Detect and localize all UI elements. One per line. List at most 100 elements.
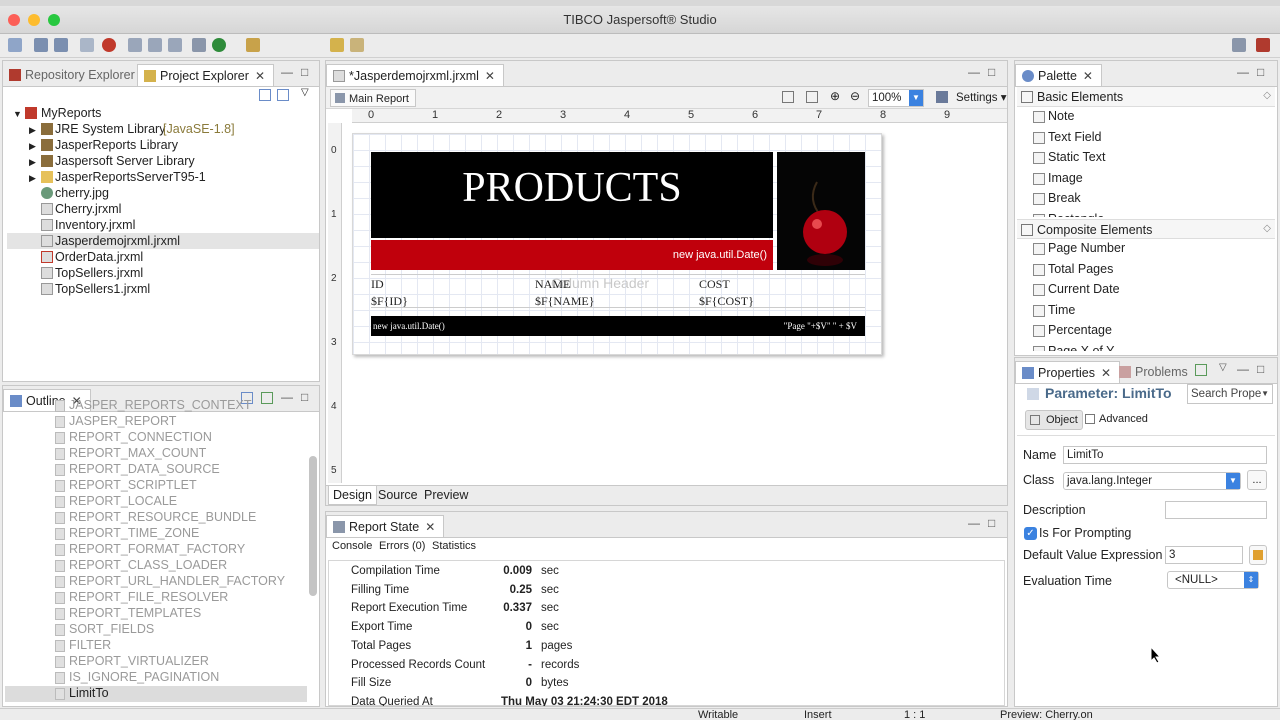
close-icon[interactable]: ✕ <box>485 69 495 83</box>
tab-properties[interactable]: Properties ✕ <box>1015 361 1121 383</box>
subtab-console[interactable]: Console <box>332 540 372 552</box>
outline-item[interactable]: SORT_FIELDS <box>69 622 154 636</box>
collapse-icon[interactable]: ◇ <box>1263 90 1271 101</box>
back-icon[interactable] <box>330 38 344 52</box>
tab-report-state[interactable]: Report State ✕ <box>326 515 445 537</box>
zoom-in-icon[interactable]: ⊕ <box>830 89 840 103</box>
outline-item[interactable]: REPORT_RESOURCE_BUNDLE <box>69 510 256 524</box>
outline-scrollbar[interactable] <box>309 456 317 596</box>
pin-icon[interactable] <box>1195 364 1207 376</box>
save-icon[interactable] <box>34 38 48 52</box>
basic-elements-header[interactable]: Basic Elements ◇ <box>1017 87 1275 107</box>
tab-problems[interactable]: Problems <box>1113 361 1196 383</box>
close-icon[interactable]: ✕ <box>1083 69 1093 83</box>
publish-icon[interactable] <box>128 38 142 52</box>
field-name[interactable]: $F{NAME} <box>535 294 595 309</box>
chevron-right-icon[interactable]: ▶ <box>29 154 36 170</box>
outline-item[interactable]: REPORT_VIRTUALIZER <box>69 654 209 668</box>
tab-design[interactable]: Design <box>328 486 377 505</box>
outline-item[interactable]: REPORT_MAX_COUNT <box>69 446 206 460</box>
collapse-all-icon[interactable] <box>259 89 271 101</box>
footer-date-field[interactable]: new java.util.Date() <box>373 321 445 331</box>
outline-item[interactable]: REPORT_FORMAT_FACTORY <box>69 542 245 556</box>
view-menu-icon[interactable]: ▽ <box>301 87 309 98</box>
minimize-icon[interactable]: — <box>281 65 293 79</box>
export-icon[interactable] <box>168 38 182 52</box>
minimize-icon[interactable]: — <box>1237 65 1249 79</box>
new-icon[interactable] <box>8 38 22 52</box>
outline-item[interactable]: REPORT_SCRIPTLET <box>69 478 197 492</box>
outline-item[interactable]: REPORT_TIME_ZONE <box>69 526 199 540</box>
view-menu-icon[interactable]: ▽ <box>1219 362 1227 373</box>
zoom-select[interactable]: 100% ▼ <box>868 89 924 107</box>
cherry-image[interactable] <box>777 152 865 270</box>
outline-item[interactable]: LimitTo <box>69 686 109 700</box>
tab-palette[interactable]: Palette ✕ <box>1015 64 1102 86</box>
collapse-icon[interactable]: ◇ <box>1263 223 1271 234</box>
outline-item[interactable]: REPORT_DATA_SOURCE <box>69 462 220 476</box>
maximize-icon[interactable]: □ <box>1257 65 1264 79</box>
default-value-input[interactable]: 3 <box>1165 546 1243 564</box>
outline-item[interactable]: REPORT_FILE_RESOLVER <box>69 590 228 604</box>
outline-item[interactable]: JASPER_REPORT <box>69 414 176 428</box>
tab-preview[interactable]: Preview <box>420 486 472 505</box>
chevron-right-icon[interactable]: ▶ <box>29 122 36 138</box>
jaspersoft-perspective-icon[interactable] <box>1256 38 1270 52</box>
maximize-icon[interactable]: □ <box>1257 362 1264 376</box>
tab-source[interactable]: Source <box>374 486 422 505</box>
composite-elements-header[interactable]: Composite Elements ◇ <box>1017 219 1275 239</box>
link-editor-icon[interactable] <box>277 89 289 101</box>
subtab-errors[interactable]: Errors (0) <box>379 540 425 552</box>
date-field[interactable]: new java.util.Date() <box>673 249 767 261</box>
chevron-right-icon[interactable]: ▶ <box>29 138 36 154</box>
chevron-down-icon[interactable]: ▼ <box>13 106 22 122</box>
close-icon[interactable]: ✕ <box>425 520 435 534</box>
save-all-icon[interactable] <box>54 38 68 52</box>
description-input[interactable] <box>1165 501 1267 519</box>
field-id[interactable]: $F{ID} <box>371 294 408 309</box>
zoom-out-icon[interactable]: ⊖ <box>850 89 860 103</box>
minimize-icon[interactable]: — <box>1237 362 1249 376</box>
report-title[interactable]: PRODUCTS <box>371 164 773 212</box>
header-cost[interactable]: COST <box>699 277 730 292</box>
name-input[interactable]: LimitTo <box>1063 446 1267 464</box>
import-icon[interactable] <box>148 38 162 52</box>
breadcrumb-main-report[interactable]: Main Report <box>330 89 416 107</box>
nav-back-icon[interactable] <box>350 38 364 52</box>
is-for-prompting-checkbox[interactable]: ✓ <box>1024 527 1037 540</box>
design-canvas[interactable]: PRODUCTS new java.util.Date() Column Hea… <box>344 123 1007 483</box>
field-cost[interactable]: $F{COST} <box>699 294 754 309</box>
outline-item[interactable]: FILTER <box>69 638 111 652</box>
snap-grid-icon[interactable] <box>806 91 818 103</box>
subtab-advanced[interactable]: Advanced <box>1083 410 1152 430</box>
server-icon[interactable] <box>192 38 206 52</box>
maximize-icon[interactable]: □ <box>988 516 995 530</box>
close-window-button[interactable] <box>8 14 20 26</box>
close-icon[interactable]: ✕ <box>1101 366 1111 380</box>
expression-editor-button[interactable] <box>1249 545 1267 565</box>
outline-item[interactable]: REPORT_CONNECTION <box>69 430 212 444</box>
class-select[interactable]: java.lang.Integer ▼ <box>1063 472 1241 490</box>
zoom-window-button[interactable] <box>48 14 60 26</box>
maximize-icon[interactable]: □ <box>301 65 308 79</box>
outline-item[interactable]: REPORT_LOCALE <box>69 494 177 508</box>
print-icon[interactable] <box>80 38 94 52</box>
minimize-icon[interactable]: — <box>968 65 980 79</box>
tab-project-explorer[interactable]: Project Explorer ✕ <box>137 64 274 86</box>
tab-repository-explorer[interactable]: Repository Explorer <box>3 64 143 86</box>
debug-icon[interactable] <box>102 38 116 52</box>
tab-jasperdemojrxml[interactable]: *Jasperdemojrxml.jrxml ✕ <box>326 64 504 86</box>
header-id[interactable]: ID <box>371 277 384 292</box>
footer-page-field[interactable]: "Page "+$V" " + $V <box>784 321 857 331</box>
perspective-icon[interactable] <box>1232 38 1246 52</box>
tree-item-selected[interactable]: Jasperdemojrxml.jrxml <box>7 233 319 249</box>
outline-item[interactable]: REPORT_CLASS_LOADER <box>69 558 227 572</box>
subtab-statistics[interactable]: Statistics <box>432 540 476 552</box>
outline-item[interactable]: REPORT_URL_HANDLER_FACTORY <box>69 574 285 588</box>
header-name[interactable]: NAME <box>535 277 570 292</box>
settings-menu[interactable]: Settings ▾ <box>956 90 1007 104</box>
outline-item[interactable]: JASPER_REPORTS_CONTEXT <box>69 398 251 412</box>
tools-icon[interactable] <box>246 38 260 52</box>
subtab-object[interactable]: Object <box>1025 410 1083 430</box>
class-browse-button[interactable]: ... <box>1247 470 1267 490</box>
